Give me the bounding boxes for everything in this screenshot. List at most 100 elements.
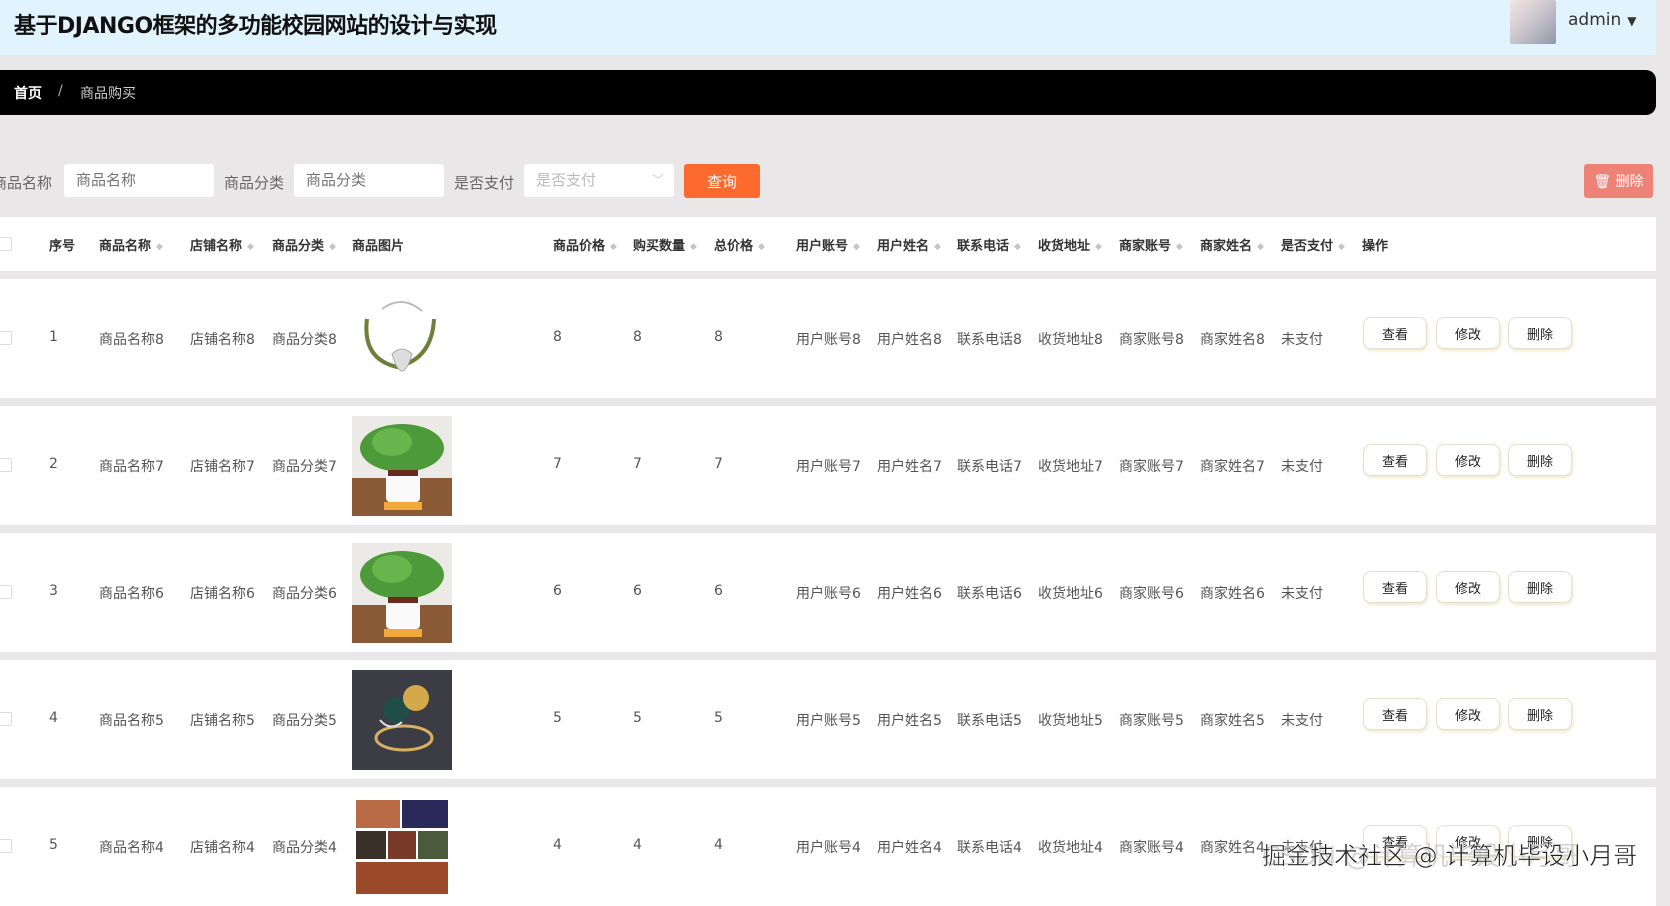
search-button[interactable]: 查询 [684,164,760,198]
caret-down-icon: ▼ [1627,14,1637,28]
edit-button[interactable]: 修改 [1436,698,1500,730]
cell-paid: 未支付 [1281,459,1323,475]
column-header-label: 商品名称 [99,239,152,254]
column-header[interactable]: 商品名称 ◆ [99,235,163,254]
name-filter-input[interactable] [64,164,214,197]
column-header[interactable]: 商品价格 ◆ [553,235,617,254]
view-button[interactable]: 查看 [1363,571,1427,603]
sort-icon[interactable]: ◆ [610,242,617,252]
delete-button[interactable]: 删除 [1508,444,1572,476]
row-checkbox[interactable] [0,458,12,472]
edit-button[interactable]: 修改 [1436,317,1500,349]
name-filter-label: 商品名称 [0,174,53,192]
cell-category: 商品分类7 [272,459,337,475]
trash-icon: 🗑 [1593,174,1616,190]
product-image-plant [352,543,452,643]
delete-button[interactable]: 删除 [1508,698,1572,730]
column-header[interactable]: 用户姓名 ◆ [877,235,941,254]
row-checkbox[interactable] [0,712,12,726]
column-header[interactable]: 总价格 ◆ [714,235,765,254]
sort-icon[interactable]: ◆ [329,242,336,252]
scrollbar-track[interactable] [1657,0,1670,889]
sort-icon[interactable]: ◆ [1095,242,1102,252]
delete-button[interactable]: 删除 [1508,317,1572,349]
cell-paid: 未支付 [1281,586,1323,602]
column-header-label: 用户姓名 [877,239,930,254]
column-header-label: 联系电话 [957,239,1010,254]
sort-icon[interactable]: ◆ [247,242,254,252]
column-header[interactable]: 购买数量 ◆ [633,235,697,254]
sort-icon[interactable]: ◆ [156,242,163,252]
cell-phone: 联系电话6 [957,586,1022,602]
cell-phone: 联系电话5 [957,713,1022,729]
table-header: 序号 商品名称 ◆ 店铺名称 ◆ 商品分类 ◆ 商品图片 商品价格 ◆ 购买数量 ◆ 总价格 ◆ 用户账号 ◆… [0,217,1656,271]
category-filter-label: 商品分类 [224,174,285,192]
sort-icon[interactable]: ◆ [1338,242,1345,252]
top-bar: 基于DJANGO框架的多功能校园网站的设计与实现 admin ▼ [0,0,1656,55]
row-checkbox[interactable] [0,331,12,345]
column-header[interactable]: 联系电话 ◆ [957,235,1021,254]
breadcrumb-current: 商品购买 [80,86,136,102]
column-header: 序号 [49,235,75,254]
cell-paid: 未支付 [1281,332,1323,348]
column-header[interactable]: 收货地址 ◆ [1038,235,1102,254]
delete-button[interactable]: 删除 [1508,571,1572,603]
column-header-label: 用户账号 [796,239,849,254]
sort-icon[interactable]: ◆ [1014,242,1021,252]
sort-icon[interactable]: ◆ [1176,242,1183,252]
cell-price: 8 [553,329,562,345]
column-header-label: 商家账号 [1119,239,1172,254]
cell-address: 收货地址8 [1038,332,1103,348]
breadcrumb-home[interactable]: 首页 [14,83,42,103]
cell-address: 收货地址7 [1038,459,1103,475]
row-checkbox[interactable] [0,585,12,599]
sort-icon[interactable]: ◆ [758,242,765,252]
sort-icon[interactable]: ◆ [1257,242,1264,252]
category-filter-input[interactable] [294,164,444,197]
column-header-label: 收货地址 [1038,239,1091,254]
cell-total: 6 [714,583,723,599]
cell-phone: 联系电话4 [957,840,1022,856]
cell-price: 4 [553,837,562,853]
column-header-label: 是否支付 [1281,239,1334,254]
sort-icon[interactable]: ◆ [853,242,860,252]
paid-filter-select[interactable]: 是否支付 ﹀ [524,164,674,197]
view-button[interactable]: 查看 [1363,444,1427,476]
cell-merchant-account: 商家账号6 [1119,586,1184,602]
cell-phone: 联系电话7 [957,459,1022,475]
table-row: 2 商品名称7 店铺名称7 商品分类7 7 7 7 用户账号7 用户姓名7 联系电话7 收货地址7 商… [0,406,1656,525]
cell-username: 用户姓名8 [877,332,942,348]
cell-name: 商品名称5 [99,713,164,729]
breadcrumb: 首页 / 商品购买 [0,70,1656,115]
cell-qty: 5 [633,710,642,726]
edit-button[interactable]: 修改 [1436,571,1500,603]
cell-merchant-name: 商家姓名7 [1200,459,1265,475]
cell-category: 商品分类6 [272,586,337,602]
view-button[interactable]: 查看 [1363,698,1427,730]
column-header-label: 商品价格 [553,239,606,254]
column-header: 商品图片 [352,235,404,254]
column-header[interactable]: 商家姓名 ◆ [1200,235,1264,254]
column-header[interactable]: 用户账号 ◆ [796,235,860,254]
cell-shop: 店铺名称4 [190,840,255,856]
cell-account: 用户账号8 [796,332,861,348]
column-header[interactable]: 店铺名称 ◆ [190,235,254,254]
cell-merchant-account: 商家账号5 [1119,713,1184,729]
avatar[interactable] [1510,0,1556,44]
cell-phone: 联系电话8 [957,332,1022,348]
sort-icon[interactable]: ◆ [690,242,697,252]
row-checkbox[interactable] [0,839,12,853]
sort-icon[interactable]: ◆ [934,242,941,252]
cell-merchant-name: 商家姓名4 [1200,840,1265,856]
column-header[interactable]: 是否支付 ◆ [1281,235,1345,254]
column-header-label: 店铺名称 [190,239,243,254]
bulk-delete-button[interactable]: 🗑 删除 [1584,164,1653,198]
paid-select-placeholder: 是否支付 [536,171,597,189]
select-all-checkbox[interactable] [0,237,12,251]
cell-merchant-name: 商家姓名5 [1200,713,1265,729]
column-header[interactable]: 商品分类 ◆ [272,235,336,254]
edit-button[interactable]: 修改 [1436,444,1500,476]
user-menu[interactable]: admin ▼ [1568,10,1637,30]
column-header[interactable]: 商家账号 ◆ [1119,235,1183,254]
view-button[interactable]: 查看 [1363,317,1427,349]
